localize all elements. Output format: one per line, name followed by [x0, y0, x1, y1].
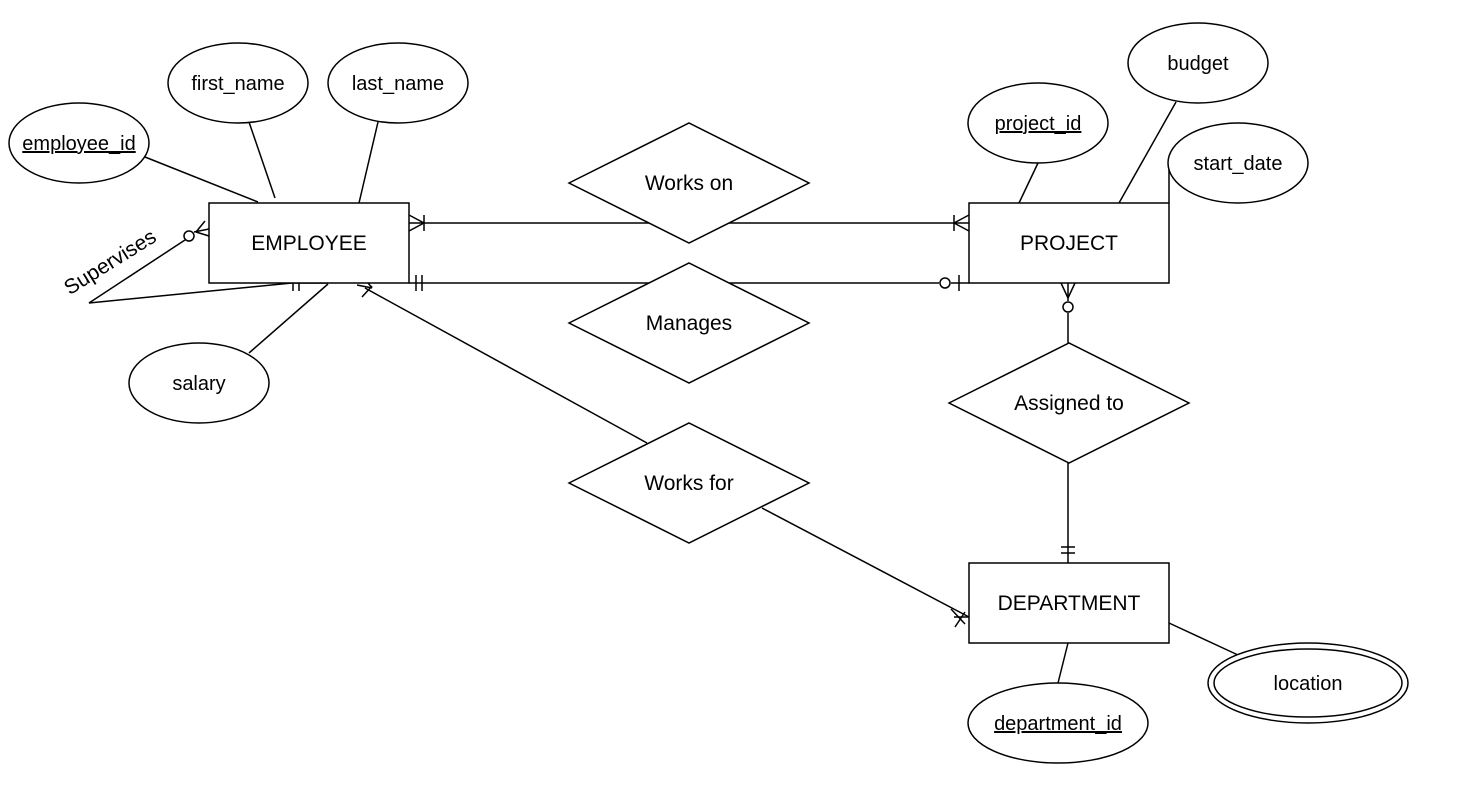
relationship-label: Assigned to	[1014, 392, 1124, 415]
link-department-id	[1057, 642, 1069, 684]
attribute-first-name[interactable]: first_name	[167, 42, 309, 124]
attribute-label: budget	[1167, 53, 1229, 75]
attribute-label: start_date	[1194, 153, 1283, 175]
attribute-label: location	[1274, 673, 1343, 695]
relationship-assigned-to[interactable]: Assigned to	[947, 342, 1191, 464]
attribute-start-date[interactable]: start_date	[1167, 122, 1309, 204]
attribute-label: department_id	[994, 713, 1122, 735]
link-employee-id	[144, 156, 259, 203]
entity-label: DEPARTMENT	[998, 592, 1141, 615]
attribute-employee-id[interactable]: employee_id	[8, 102, 150, 184]
attribute-last-name[interactable]: last_name	[327, 42, 469, 124]
link-last-name	[358, 121, 379, 204]
relationship-label: Works on	[645, 172, 733, 195]
attribute-department-id[interactable]: department_id	[967, 682, 1149, 764]
attribute-project-id[interactable]: project_id	[967, 82, 1109, 164]
relationship-label: Manages	[646, 312, 732, 335]
attribute-label: salary	[172, 373, 225, 395]
link-salary	[248, 283, 329, 354]
attribute-label: project_id	[995, 113, 1082, 135]
relationship-works-for[interactable]: Works for	[567, 422, 811, 544]
relationship-works-on[interactable]: Works on	[567, 122, 811, 244]
attribute-budget[interactable]: budget	[1127, 22, 1269, 104]
entity-label: PROJECT	[1020, 232, 1118, 255]
entity-label: EMPLOYEE	[251, 232, 367, 255]
link-budget	[1118, 101, 1177, 204]
attribute-salary[interactable]: salary	[128, 342, 270, 424]
attribute-label: employee_id	[22, 133, 135, 155]
attribute-label: last_name	[352, 73, 444, 95]
entity-employee[interactable]: EMPLOYEE	[208, 202, 410, 284]
relationship-label: Works for	[644, 472, 733, 495]
link-location	[1168, 622, 1239, 656]
link-project-id	[1018, 162, 1039, 204]
entity-project[interactable]: PROJECT	[968, 202, 1170, 284]
attribute-label: first_name	[191, 73, 284, 95]
link-first-name	[248, 121, 276, 199]
attribute-location[interactable]: location	[1207, 642, 1409, 724]
relationship-manages[interactable]: Manages	[567, 262, 811, 384]
er-diagram: Works on Manages Works for Assigned to S…	[8, 22, 1409, 764]
entity-department[interactable]: DEPARTMENT	[968, 562, 1170, 644]
